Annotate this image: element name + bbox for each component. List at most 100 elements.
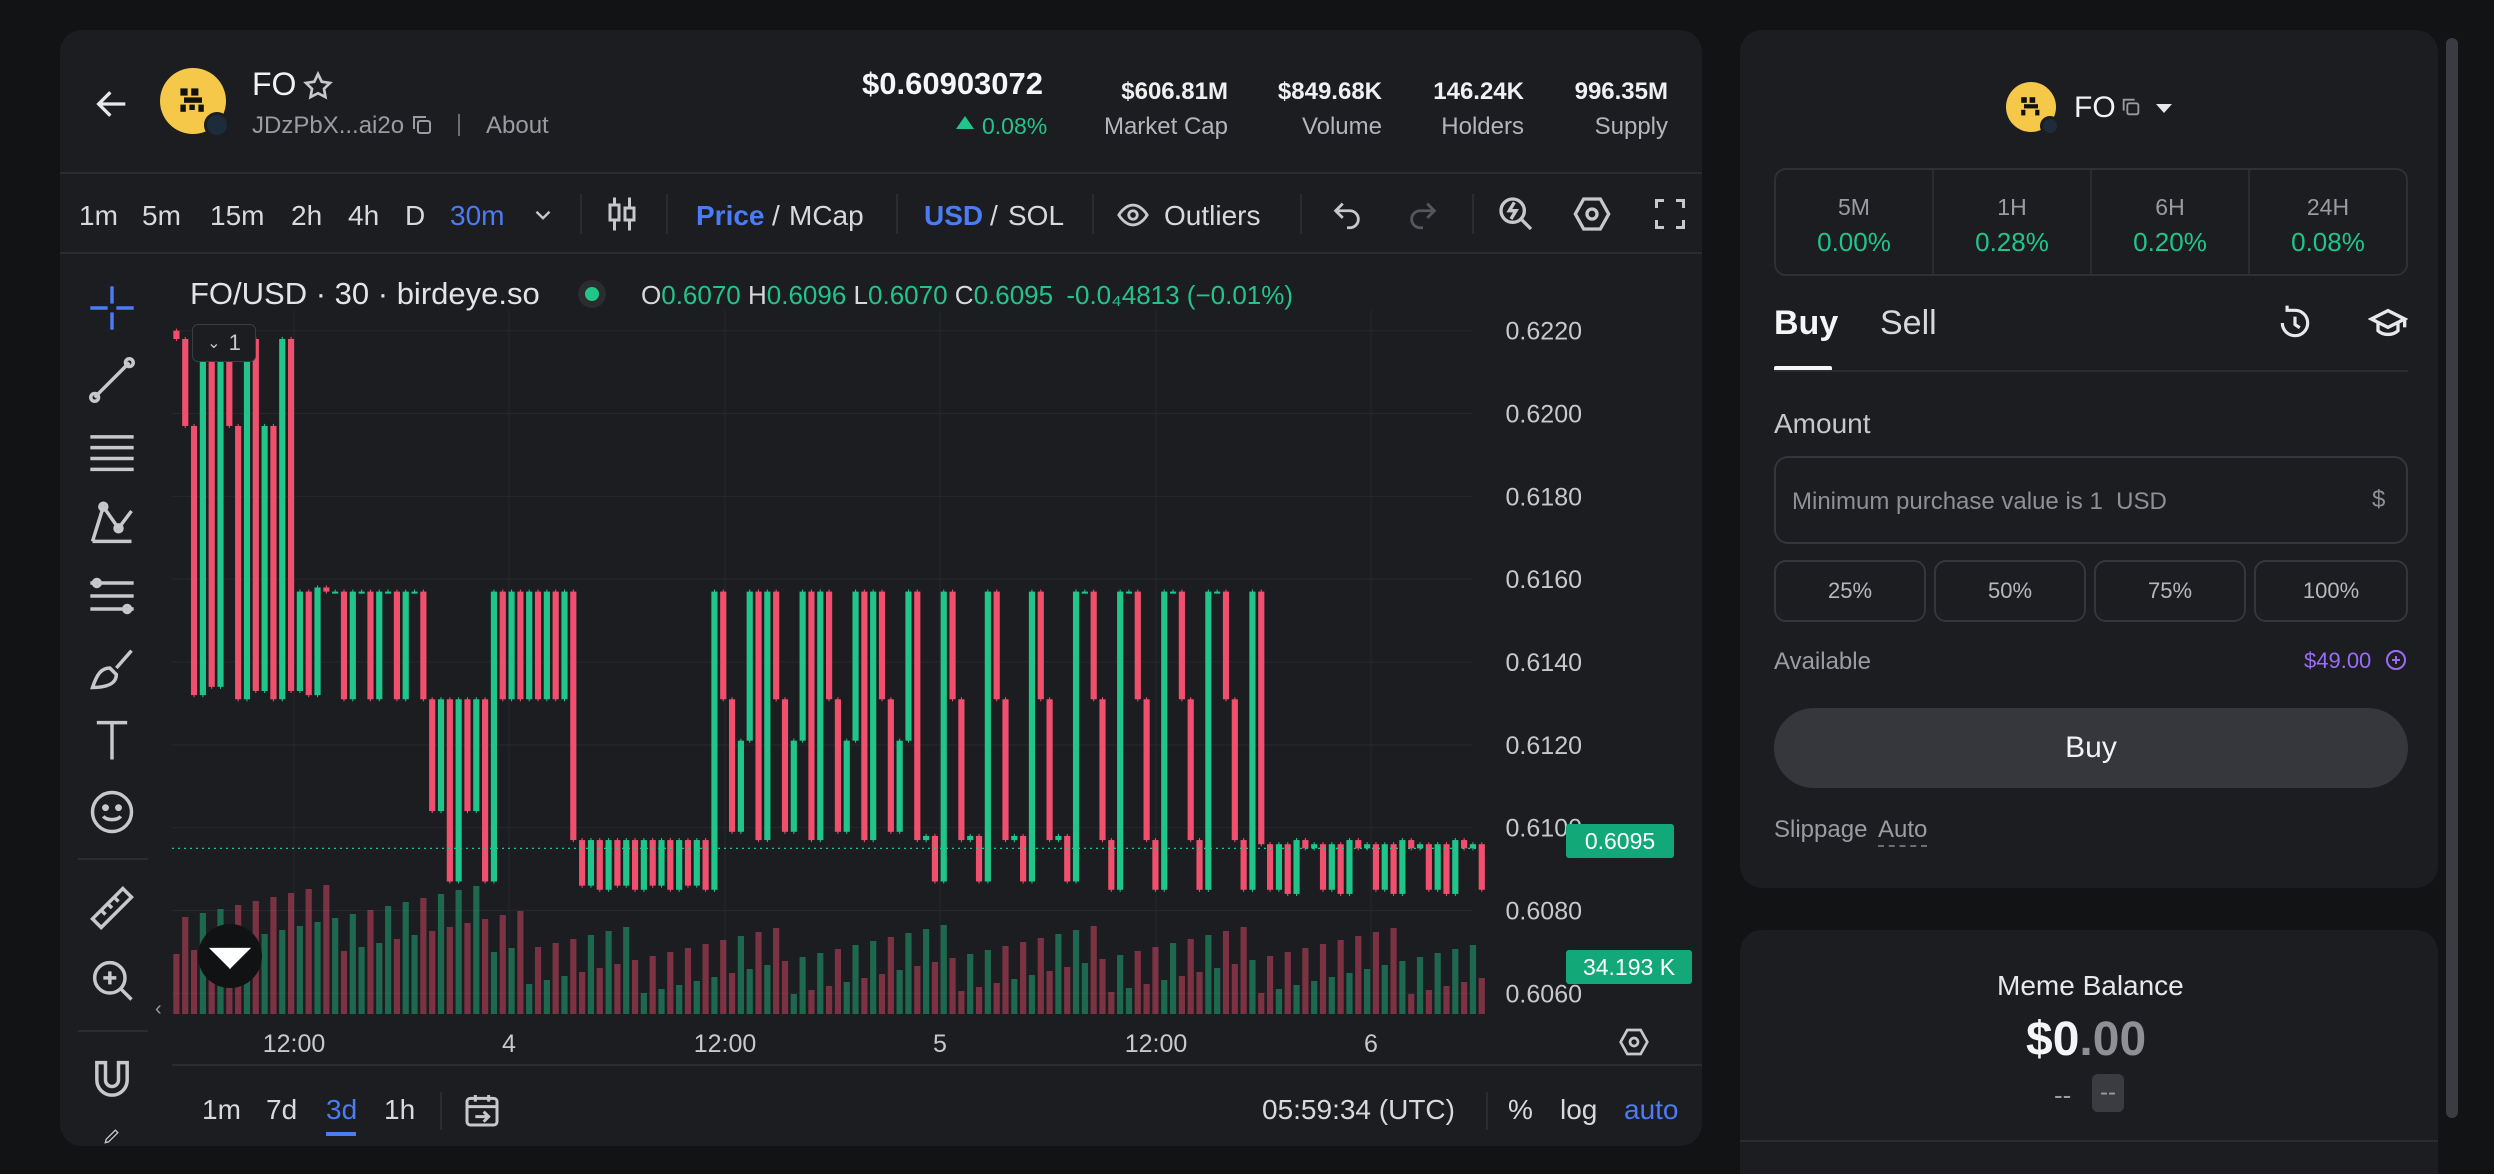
collapse-tools-icon[interactable]: ‹ xyxy=(155,998,162,1021)
timeframe-2h[interactable]: 2h xyxy=(291,200,322,232)
price-toggle[interactable]: Price xyxy=(696,200,765,232)
volume-bar xyxy=(1143,984,1150,1014)
about-link[interactable]: About xyxy=(486,112,549,140)
volume-bar xyxy=(1284,952,1291,1014)
volume-bar xyxy=(305,889,312,1014)
fullscreen-icon[interactable] xyxy=(1652,196,1688,232)
back-arrow-icon[interactable] xyxy=(92,84,132,124)
quick-search-icon[interactable] xyxy=(1496,194,1536,234)
usd-toggle[interactable]: USD xyxy=(924,200,983,232)
range-7d[interactable]: 7d xyxy=(266,1094,297,1126)
timeframe-15m[interactable]: 15m xyxy=(210,200,264,232)
volume-bar xyxy=(508,948,515,1014)
timeframe-1m[interactable]: 1m xyxy=(79,200,118,232)
volume-bar xyxy=(1258,993,1265,1014)
magnet-icon[interactable] xyxy=(86,1054,138,1106)
pct-25-button[interactable]: 25% xyxy=(1774,560,1926,622)
timeframe-d[interactable]: D xyxy=(405,200,425,232)
zoom-in-icon[interactable] xyxy=(86,954,138,1006)
goto-date-icon[interactable] xyxy=(462,1090,502,1130)
range-1m[interactable]: 1m xyxy=(202,1094,241,1126)
timeframe-4h[interactable]: 4h xyxy=(348,200,379,232)
crosshair-icon[interactable] xyxy=(86,282,138,334)
page-scrollbar[interactable] xyxy=(2446,38,2458,1118)
candle-body xyxy=(1434,844,1441,890)
range-3d[interactable]: 3d xyxy=(326,1094,357,1126)
eye-icon[interactable] xyxy=(1116,198,1150,232)
candle-body xyxy=(1020,835,1027,882)
candle-body xyxy=(349,591,356,700)
volume-bar xyxy=(358,947,365,1014)
volume-bar xyxy=(1205,935,1212,1014)
pct-75-button[interactable]: 75% xyxy=(2094,560,2246,622)
outliers-toggle[interactable]: Outliers xyxy=(1164,200,1260,232)
mcap-toggle[interactable]: MCap xyxy=(789,200,864,232)
trend-line-icon[interactable] xyxy=(86,354,138,406)
tab-sell[interactable]: Sell xyxy=(1880,304,1937,343)
fib-lines-icon[interactable] xyxy=(86,426,138,478)
copy-icon[interactable] xyxy=(410,113,434,137)
currency-symbol: $ xyxy=(2372,486,2386,513)
settings-hex-icon[interactable] xyxy=(1572,194,1612,234)
graduation-cap-icon[interactable] xyxy=(2368,304,2408,344)
text-tool-icon[interactable] xyxy=(86,714,138,766)
add-funds-icon[interactable] xyxy=(2384,648,2408,672)
candle-body xyxy=(243,338,251,700)
volume-bar xyxy=(905,933,912,1014)
legend-collapse-button[interactable]: ⌄ 1 xyxy=(192,324,256,362)
candle-body xyxy=(1064,835,1071,882)
tab-buy[interactable]: Buy xyxy=(1774,304,1838,343)
timeframe-5m[interactable]: 5m xyxy=(142,200,181,232)
period-label: 5M xyxy=(1838,194,1870,220)
projection-icon[interactable] xyxy=(86,570,138,622)
axis-settings-icon[interactable] xyxy=(1618,1026,1650,1058)
volume-bar xyxy=(878,974,886,1014)
period-label: 1H xyxy=(1997,194,2027,220)
volume-bar xyxy=(1064,967,1071,1014)
volume-bar xyxy=(702,944,709,1014)
toolbar-divider xyxy=(1092,194,1094,234)
refresh-history-icon[interactable] xyxy=(2276,304,2314,342)
pattern-icon[interactable] xyxy=(86,498,138,550)
undo-icon[interactable] xyxy=(1330,198,1364,232)
copy-icon[interactable] xyxy=(2120,96,2142,118)
buy-button[interactable]: Buy xyxy=(1774,708,2408,788)
auto-scale-toggle[interactable]: auto xyxy=(1624,1094,1679,1126)
tools-divider xyxy=(78,1030,148,1032)
redo-icon[interactable] xyxy=(1406,198,1440,232)
ruler-icon[interactable] xyxy=(86,882,138,934)
volume-bar xyxy=(1134,951,1141,1014)
candle-type-icon[interactable] xyxy=(604,194,640,234)
sol-toggle[interactable]: SOL xyxy=(1008,200,1064,232)
log-scale-toggle[interactable]: log xyxy=(1560,1094,1597,1126)
brush-icon[interactable] xyxy=(86,642,138,694)
period-label: 24H xyxy=(2306,194,2350,220)
volume-bar xyxy=(1037,938,1044,1014)
star-icon[interactable] xyxy=(302,70,334,102)
emoji-icon[interactable] xyxy=(86,786,138,838)
volume-bar xyxy=(587,935,595,1014)
caret-down-icon[interactable] xyxy=(2156,104,2172,113)
volume-bar xyxy=(1046,971,1053,1014)
slippage-value[interactable]: Auto xyxy=(1878,816,1928,847)
low-value: 0.6070 xyxy=(868,280,948,310)
price-chart[interactable]: 0.62200.62000.61800.61600.61400.61200.61… xyxy=(172,310,1702,1130)
amount-label: Amount xyxy=(1774,408,1871,439)
volume-bar xyxy=(1461,982,1468,1014)
candle-body xyxy=(958,699,965,841)
timeframe-30m[interactable]: 30m xyxy=(450,200,504,232)
stat-supply-label: Supply xyxy=(1594,113,1668,140)
tradingview-logo[interactable]: ◥◤ xyxy=(198,924,262,988)
chevron-down-icon[interactable] xyxy=(530,202,556,228)
pencil-lock-icon[interactable] xyxy=(86,1126,138,1146)
volume-bar xyxy=(870,941,877,1014)
trade-token-symbol[interactable]: FO xyxy=(2074,91,2116,125)
candle-body xyxy=(1222,591,1230,700)
stat-holders-value: 146.24K xyxy=(1433,78,1524,105)
pct-50-button[interactable]: 50% xyxy=(1934,560,2086,622)
pct-100-button[interactable]: 100% xyxy=(2254,560,2408,622)
range-1h[interactable]: 1h xyxy=(384,1094,415,1126)
x-tick-label: 12:00 xyxy=(694,1030,757,1058)
percent-scale-toggle[interactable]: % xyxy=(1508,1094,1533,1126)
utc-clock[interactable]: 05:59:34 (UTC) xyxy=(1262,1094,1455,1126)
